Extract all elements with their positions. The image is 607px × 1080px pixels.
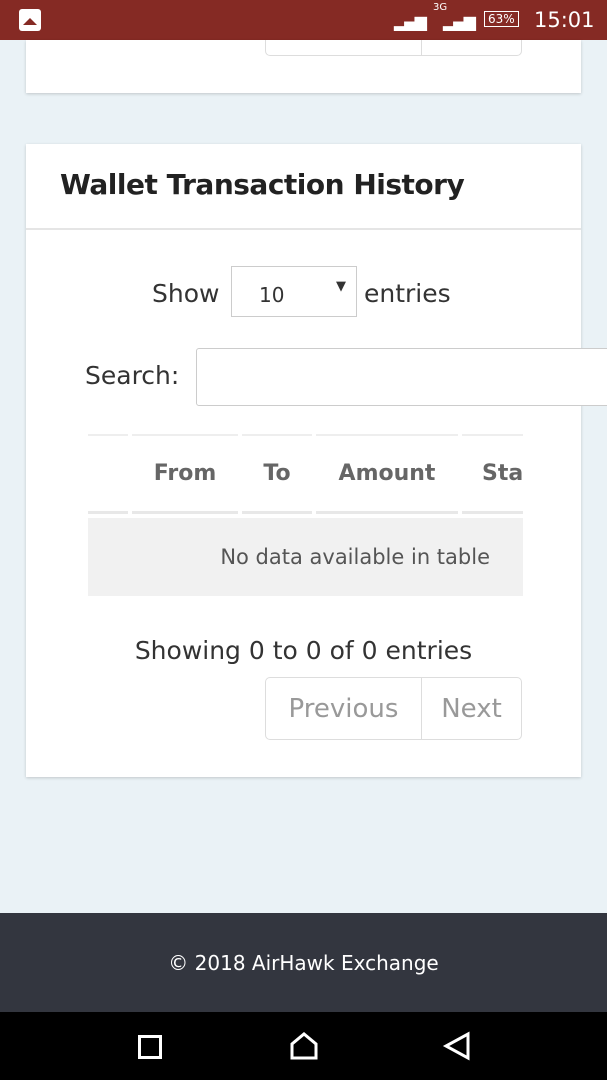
footer: © 2018 AirHawk Exchange <box>0 913 607 1012</box>
previous-card-pagination <box>265 40 522 56</box>
gallery-notification-icon <box>19 9 41 31</box>
previous-button[interactable]: Previous <box>265 677 422 740</box>
page-length-value: 10 <box>259 283 285 307</box>
column-header-from[interactable]: From <box>132 434 238 514</box>
copyright: © 2018 AirHawk Exchange <box>168 950 439 975</box>
entries-label: entries <box>364 279 451 308</box>
show-label: Show <box>152 279 220 308</box>
column-header-index[interactable] <box>88 434 128 514</box>
column-header-to[interactable]: To <box>242 434 312 514</box>
column-header-amount[interactable]: Amount <box>316 434 458 514</box>
column-header-status[interactable]: Sta <box>462 434 523 514</box>
dropdown-arrow-icon: ▼ <box>336 279 346 294</box>
signal-3g-icon: ▂▄▆ <box>443 12 476 31</box>
previous-card <box>26 40 581 93</box>
signal-icon: ▂▄▆ <box>394 12 427 31</box>
back-button[interactable] <box>442 1031 472 1061</box>
next-button[interactable]: Next <box>421 677 522 740</box>
card-header: Wallet Transaction History <box>26 144 581 230</box>
battery-indicator: 63% <box>484 11 519 27</box>
table-info: Showing 0 to 0 of 0 entries <box>134 636 473 665</box>
empty-row: No data available in table <box>88 518 523 596</box>
status-bar: ▂▄▆ 3G ▂▄▆ 63% 15:01 <box>0 0 607 40</box>
empty-message: No data available in table <box>220 545 490 569</box>
android-nav-bar <box>0 1012 607 1080</box>
clock: 15:01 <box>534 8 595 32</box>
recents-button[interactable] <box>138 1035 162 1059</box>
page-length-select[interactable]: 10 ▼ <box>231 266 357 317</box>
search-input[interactable] <box>196 348 607 406</box>
search-label: Search: <box>85 361 180 390</box>
card-title: Wallet Transaction History <box>60 168 465 201</box>
home-button[interactable] <box>289 1031 319 1061</box>
